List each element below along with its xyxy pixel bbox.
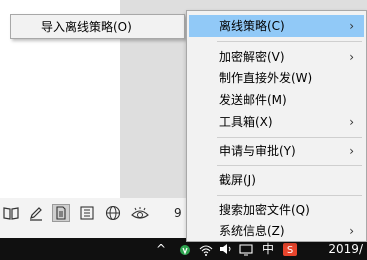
chevron-right-icon: › [349, 144, 354, 158]
page-icon[interactable] [52, 204, 70, 222]
tray-chevron[interactable]: ^ [156, 240, 166, 258]
zoom-level: 9 [174, 206, 182, 220]
status-bar: 9 [0, 198, 186, 238]
taskbar-date[interactable]: 2019/ [328, 242, 363, 256]
book-icon[interactable] [2, 204, 20, 222]
menu-item-direct-send[interactable]: 制作直接外发(W) [189, 67, 364, 89]
chevron-right-icon: › [349, 19, 354, 33]
menu-item-toolbox[interactable]: 工具箱(X) › [189, 111, 364, 133]
menu-item-label: 离线策略(C) [219, 19, 285, 33]
import-offline-policy-label: 导入离线策略(O) [41, 20, 132, 34]
offline-policy-submenu: 导入离线策略(O) [10, 14, 185, 39]
menu-separator [217, 165, 362, 166]
screen-icon[interactable] [238, 240, 254, 258]
menu-item-label: 加密解密(V) [219, 50, 285, 64]
list-icon[interactable] [78, 204, 96, 222]
security-client-icon[interactable] [178, 240, 192, 258]
wifi-icon[interactable] [198, 240, 214, 258]
chevron-right-icon: › [349, 224, 354, 238]
menu-item-offline-policy[interactable]: 离线策略(C) › [189, 15, 364, 37]
chevron-right-icon: › [349, 115, 354, 129]
menu-item-screenshot[interactable]: 截屏(J) [189, 169, 364, 191]
eye-icon[interactable] [130, 204, 149, 222]
menu-item-label: 发送邮件(M) [219, 93, 287, 107]
menu-item-system-info[interactable]: 系统信息(Z) › [189, 220, 364, 242]
menu-separator [217, 137, 362, 138]
ime-indicator[interactable]: 中 [262, 240, 274, 258]
screen: 9 ^ 中 S 2019/ 导入离线策略(O) 离线策略(C) › 加密解密(V… [0, 0, 367, 260]
menu-separator [217, 195, 362, 196]
pen-icon[interactable] [27, 204, 45, 222]
menu-item-label: 系统信息(Z) [219, 224, 285, 238]
context-menu: 离线策略(C) › 加密解密(V) › 制作直接外发(W) 发送邮件(M) 工具… [186, 10, 367, 242]
svg-text:S: S [287, 245, 293, 256]
sogou-ime-icon[interactable]: S [282, 240, 298, 258]
menu-item-label: 截屏(J) [219, 173, 256, 187]
menu-item-label: 申请与审批(Y) [219, 144, 296, 158]
menu-item-search-encrypted[interactable]: 搜索加密文件(Q) [189, 199, 364, 221]
chevron-right-icon: › [349, 50, 354, 64]
menu-item-label: 搜索加密文件(Q) [219, 203, 310, 217]
menu-item-apply-approve[interactable]: 申请与审批(Y) › [189, 140, 364, 162]
import-offline-policy-item[interactable]: 导入离线策略(O) [11, 15, 184, 38]
globe-icon[interactable] [104, 204, 122, 222]
menu-item-label: 制作直接外发(W) [219, 71, 313, 85]
menu-item-label: 工具箱(X) [219, 115, 273, 129]
volume-icon[interactable] [218, 240, 234, 258]
menu-item-send-mail[interactable]: 发送邮件(M) [189, 89, 364, 111]
menu-item-encrypt-decrypt[interactable]: 加密解密(V) › [189, 46, 364, 68]
menu-separator [217, 41, 362, 42]
